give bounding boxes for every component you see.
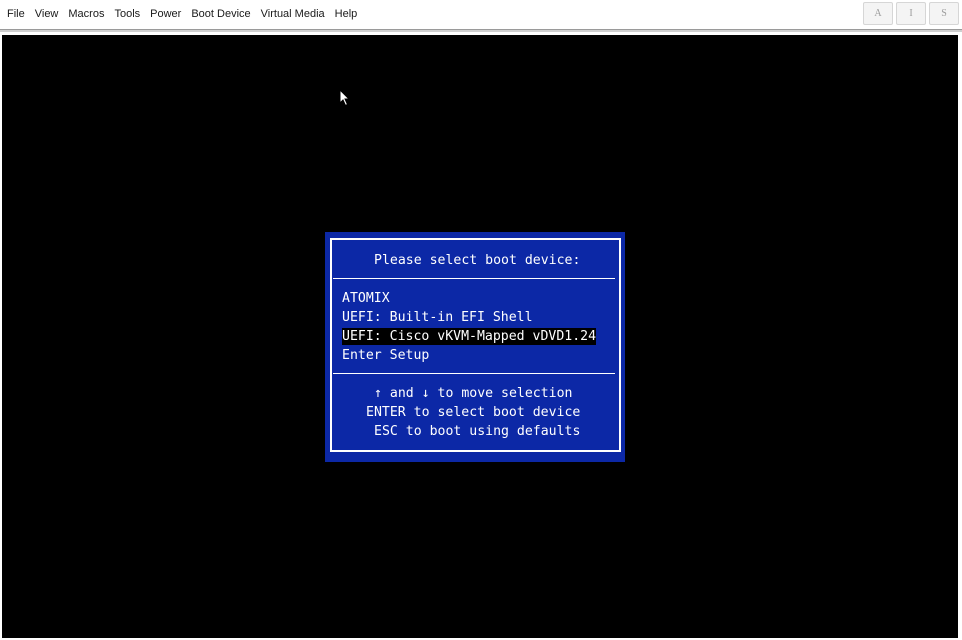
boot-option-efi-shell[interactable]: UEFI: Built-in EFI Shell <box>342 309 533 326</box>
keyboard-lock-buttons: A I S <box>863 2 959 25</box>
menu-view[interactable]: View <box>30 7 64 21</box>
menu-bar: File View Macros Tools Power Boot Device… <box>0 0 962 30</box>
menu-boot-device[interactable]: Boot Device <box>186 7 255 21</box>
insert-key-button[interactable]: I <box>896 2 926 25</box>
menu-help[interactable]: Help <box>330 7 363 21</box>
kvm-console-screen[interactable]: Please select boot device: ATOMIX UEFI: … <box>2 35 958 638</box>
help-esc-defaults: ESC to boot using defaults <box>374 424 581 439</box>
menu-file[interactable]: File <box>2 7 30 21</box>
bottom-separator <box>333 373 615 374</box>
mouse-pointer-icon <box>339 89 351 107</box>
boot-option-enter-setup[interactable]: Enter Setup <box>342 347 429 364</box>
alt-key-button[interactable]: A <box>863 2 893 25</box>
menu-virtual-media[interactable]: Virtual Media <box>256 7 330 21</box>
top-separator <box>333 278 615 279</box>
shift-key-button[interactable]: S <box>929 2 959 25</box>
menu-macros[interactable]: Macros <box>63 7 109 21</box>
help-enter-select: ENTER to select boot device <box>366 405 581 420</box>
menu-power[interactable]: Power <box>145 7 186 21</box>
help-move-selection: ↑ and ↓ to move selection <box>374 386 573 401</box>
menu-tools[interactable]: Tools <box>109 7 145 21</box>
boot-option-atomix[interactable]: ATOMIX <box>342 290 390 307</box>
dialog-title: Please select boot device: <box>374 253 581 268</box>
boot-device-dialog: Please select boot device: ATOMIX UEFI: … <box>325 232 625 462</box>
menu-items: File View Macros Tools Power Boot Device… <box>2 7 362 21</box>
boot-option-vdvd-selected[interactable]: UEFI: Cisco vKVM-Mapped vDVD1.24 <box>342 328 597 345</box>
menu-bar-divider <box>0 30 962 32</box>
